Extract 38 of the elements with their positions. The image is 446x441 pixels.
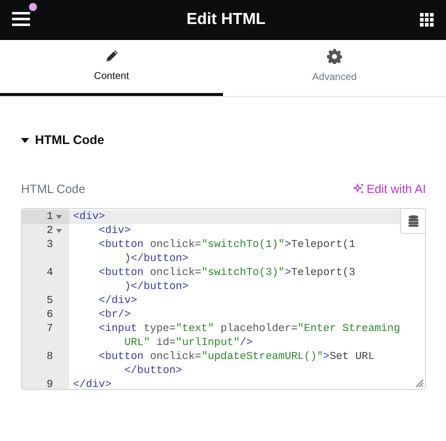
code-line: )</button>: [124, 280, 189, 293]
line-number: 6: [46, 308, 53, 322]
line-number: 3: [46, 238, 53, 252]
code-line: URL" id="urlInput"/>: [124, 336, 253, 349]
resize-grip-icon[interactable]: [415, 378, 424, 388]
code-line: <br/>: [98, 308, 131, 321]
sparkle-icon: [352, 183, 364, 194]
code-line: <div>: [73, 210, 106, 223]
line-number: 7: [46, 322, 53, 336]
line-number: 8: [46, 350, 53, 364]
pencil-icon: [104, 49, 118, 63]
edit-with-ai-link[interactable]: Edit with AI: [352, 180, 426, 198]
line-number: 9: [46, 378, 53, 389]
code-line: <button onclick="switchTo(1)">Teleport(1: [98, 238, 356, 251]
menu-icon[interactable]: [12, 12, 30, 26]
code-line: </div>: [98, 294, 138, 307]
code-line: <button onclick="updateStreamURL()">Set URL: [98, 350, 374, 363]
database-icon: [408, 214, 418, 227]
gear-icon: [327, 48, 342, 64]
fold-caret-icon[interactable]: [56, 214, 62, 219]
caret-down-icon: [21, 138, 29, 143]
line-number: 5: [46, 294, 53, 308]
line-number: 1: [46, 210, 53, 224]
code-line: <input type="text" placeholder="Enter Streaming: [98, 322, 400, 335]
line-number: 4: [46, 266, 53, 280]
database-button[interactable]: [400, 208, 425, 234]
code-line: </button>: [124, 364, 182, 377]
code-line: <button onclick="switchTo(3)">Teleport(3: [98, 266, 356, 279]
section-toggle[interactable]: HTML Code: [21, 131, 104, 150]
code-editor[interactable]: [21, 208, 426, 390]
code-line: </div>: [73, 378, 112, 389]
panel-title: Edit HTML: [186, 10, 266, 30]
code-line: )</button>: [124, 252, 189, 265]
field-label: HTML Code: [21, 180, 86, 198]
line-number: 2: [46, 224, 53, 238]
apps-grid-icon[interactable]: [420, 13, 434, 27]
fold-caret-icon[interactable]: [56, 228, 62, 233]
code-line: <div>: [98, 224, 131, 237]
